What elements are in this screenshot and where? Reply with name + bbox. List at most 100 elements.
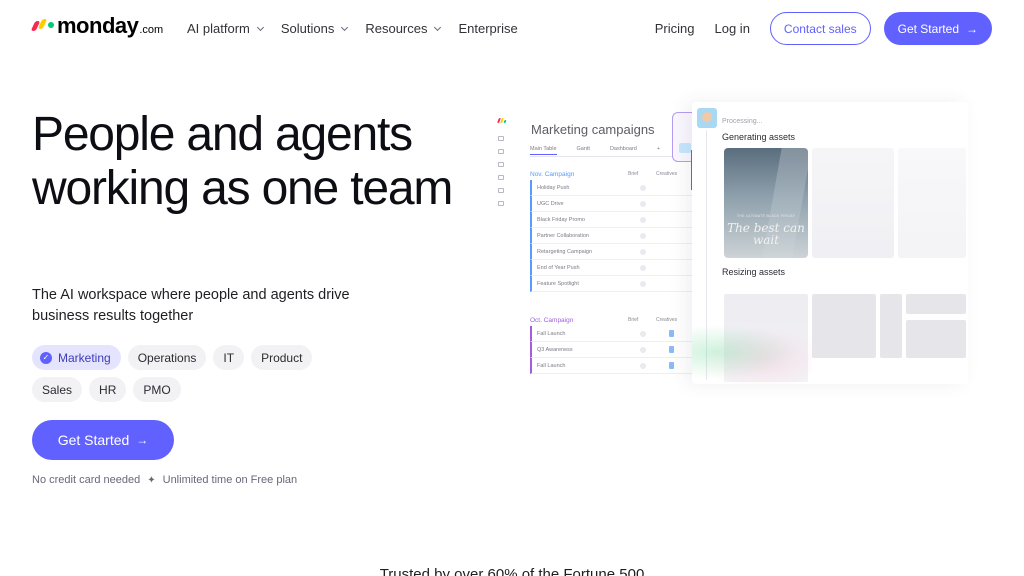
nav-get-started-label: Get Started <box>897 21 959 36</box>
document-icon <box>668 362 674 369</box>
table-row: UGC Drive <box>530 196 694 212</box>
tab-main-table: Main Table <box>530 146 557 155</box>
table-row: Feature Spotlight <box>530 276 694 292</box>
board-mockup: Marketing campaigns Main Table Gantt Das… <box>494 104 694 386</box>
group-name: Oct. Campaign <box>530 316 574 324</box>
group-name: Nov. Campaign <box>530 170 575 178</box>
group-header: Oct. Campaign Brief Creatives <box>530 314 694 326</box>
board-sidebar-icons <box>498 136 506 214</box>
nav-links: AI platform Solutions Resources Enterpri… <box>187 21 536 36</box>
status-dot <box>640 248 646 255</box>
nav-resources-label: Resources <box>365 21 428 36</box>
row-name: Feature Spotlight <box>537 280 579 287</box>
chevron-down-icon <box>434 23 442 31</box>
row-name: Partner Collaboration <box>537 232 589 239</box>
status-dot <box>640 184 646 191</box>
chip-label: Product <box>261 350 303 365</box>
nav-ai-platform[interactable]: AI platform <box>187 21 264 36</box>
nav-resources[interactable]: Resources <box>365 21 442 36</box>
chip-hr[interactable]: HR <box>89 377 127 402</box>
asset-placeholder <box>812 148 894 258</box>
hero-get-started-button[interactable]: Get Started → <box>32 420 174 460</box>
table-row: Partner Collaboration <box>530 228 694 244</box>
tab-add: + <box>656 146 661 152</box>
logo-wordmark: monday <box>57 13 139 38</box>
table-row: Fall Launch <box>530 358 694 374</box>
chip-label: IT <box>223 350 235 365</box>
document-icon <box>668 346 674 353</box>
asset-caption: THE ULTIMATE BLACK FRIDAY <box>736 214 796 218</box>
chip-marketing[interactable]: ✓ Marketing <box>32 345 121 370</box>
chip-label: Marketing <box>58 350 111 365</box>
resize-placeholder <box>906 320 966 358</box>
resize-placeholder <box>880 294 902 358</box>
row-name: Fall Launch <box>537 362 566 369</box>
chip-label: HR <box>99 382 117 397</box>
nav-solutions-label: Solutions <box>280 21 335 36</box>
search-icon <box>498 188 504 193</box>
monday-logo[interactable]: monday .com <box>30 13 164 38</box>
status-dot <box>640 330 646 337</box>
status-dot <box>640 362 646 369</box>
monday-logo-mark-icon <box>30 16 54 32</box>
status-dot <box>640 200 646 207</box>
table-row: Holiday Push <box>530 180 694 196</box>
nav-enterprise-label: Enterprise <box>458 21 518 36</box>
contact-sales-label: Contact sales <box>783 21 857 36</box>
generated-asset-image: THE ULTIMATE BLACK FRIDAY The best can w… <box>724 148 808 258</box>
tab-divider <box>530 156 690 157</box>
calendar-icon <box>498 149 504 154</box>
department-chips: ✓ Marketing Operations IT Product Sales … <box>32 345 342 402</box>
status-dot <box>640 280 646 287</box>
trusted-by-heading: Trusted by over 60% of the Fortune 500 <box>379 566 645 576</box>
column-brief: Brief <box>628 317 639 323</box>
nav-solutions[interactable]: Solutions <box>280 21 349 36</box>
resize-placeholder <box>906 294 966 314</box>
status-dot <box>640 264 646 271</box>
contact-sales-button[interactable]: Contact sales <box>769 12 871 45</box>
logo-suffix: .com <box>139 24 164 36</box>
row-name: Retargeting Campaign <box>537 248 593 255</box>
chip-sales[interactable]: Sales <box>32 377 83 402</box>
nav-enterprise[interactable]: Enterprise <box>458 21 517 36</box>
decorative-gradient <box>692 320 812 384</box>
sparkle-icon: ✦ <box>147 474 156 486</box>
chip-product[interactable]: Product <box>251 345 313 370</box>
footnote-no-credit-card: No credit card needed <box>32 474 141 486</box>
login-link[interactable]: Log in <box>715 21 750 36</box>
table-row: Fall Launch <box>530 326 694 342</box>
hero-get-started-label: Get Started <box>57 432 130 448</box>
row-name: Holiday Push <box>537 184 570 191</box>
hero-title: People and agents working as one team <box>32 108 453 215</box>
chevron-down-icon <box>341 23 349 31</box>
row-name: Fall Launch <box>537 330 566 337</box>
agent-connector <box>682 150 692 190</box>
footnote-unlimited-time: Unlimited time on Free plan <box>162 474 298 486</box>
inbox-icon <box>498 162 504 167</box>
nav-get-started-button[interactable]: Get Started → <box>883 12 992 45</box>
arrow-right-icon: → <box>136 433 149 447</box>
pricing-link[interactable]: Pricing <box>655 21 695 36</box>
step-generating-assets: Generating assets <box>722 132 796 142</box>
chip-it[interactable]: IT <box>213 345 245 370</box>
resize-placeholder <box>812 294 876 358</box>
nav-actions: Pricing Log in Contact sales Get Started… <box>655 12 992 45</box>
chip-label: Sales <box>42 382 73 397</box>
tab-dashboard: Dashboard <box>609 146 637 152</box>
arrow-right-icon: → <box>966 21 978 36</box>
group-oct-campaign: Oct. Campaign Brief Creatives Fall Launc… <box>530 314 694 374</box>
chip-pmo[interactable]: PMO <box>133 377 181 402</box>
table-row: End of Year Push <box>530 260 694 276</box>
table-row: Q3 Awareness <box>530 342 694 358</box>
nav-ai-platform-label: AI platform <box>187 21 250 36</box>
chip-operations[interactable]: Operations <box>127 345 207 370</box>
chip-label: Operations <box>137 350 197 365</box>
heart-icon <box>498 175 504 180</box>
column-creatives: Creatives <box>656 171 678 177</box>
status-dot <box>640 216 646 223</box>
hero-footnote: No credit card needed ✦ Unlimited time o… <box>32 474 297 486</box>
group-nov-campaign: Nov. Campaign Brief Creatives Holiday Pu… <box>530 168 694 292</box>
chip-label: PMO <box>143 382 171 397</box>
column-brief: Brief <box>628 171 639 177</box>
top-nav: monday .com AI platform Solutions Resour… <box>0 0 1024 58</box>
